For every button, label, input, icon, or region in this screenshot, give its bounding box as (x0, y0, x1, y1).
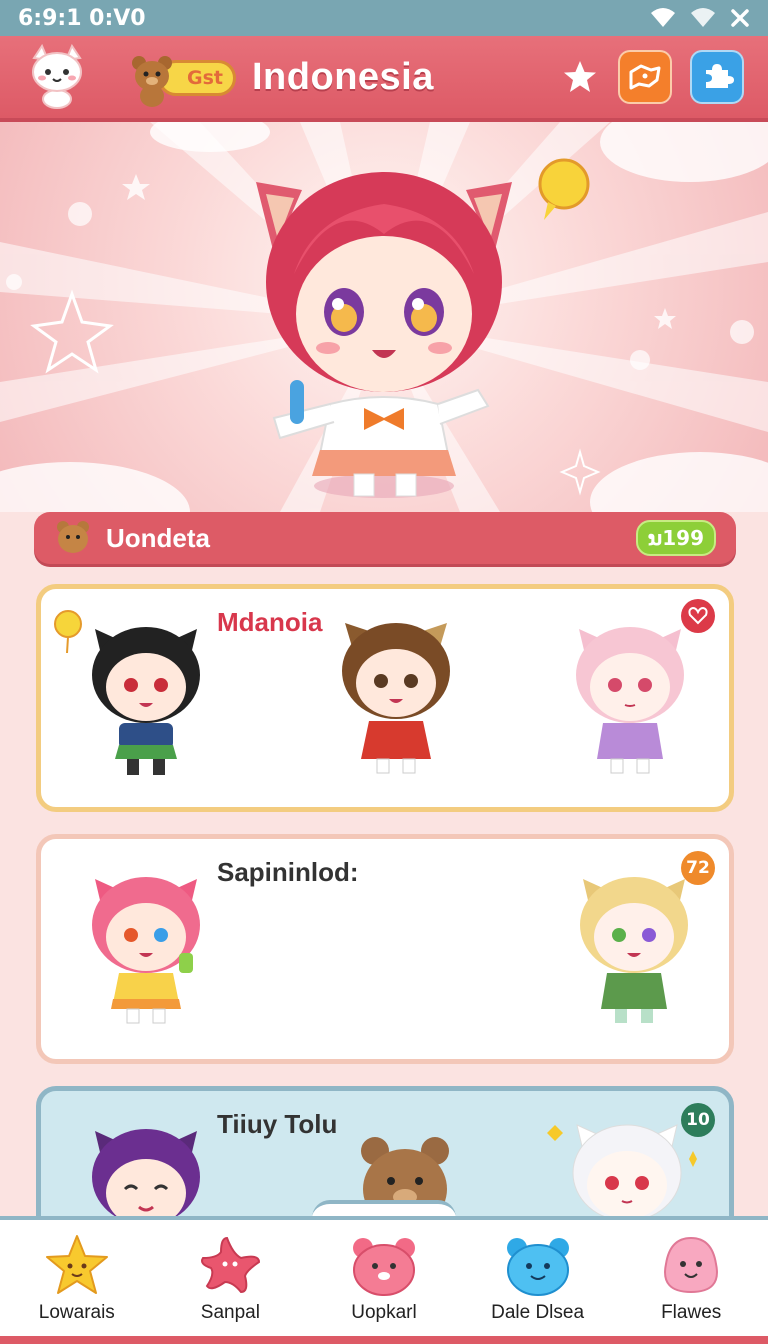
chibi-character-blonde-hair (580, 877, 688, 1023)
nav-label: Uopkarl (351, 1302, 417, 1323)
puzzle-icon (706, 64, 734, 88)
hero-banner (0, 122, 768, 512)
nav-item-sanpal[interactable]: Sanpal (155, 1234, 305, 1324)
wifi-icon (651, 8, 675, 27)
map-icon (629, 64, 661, 90)
bear-icon (132, 56, 172, 107)
header-actions (560, 50, 744, 104)
map-button[interactable] (618, 50, 672, 104)
nav-label: Flawes (661, 1302, 722, 1323)
nav-item-dale-dlsea[interactable]: Dale Dlsea (463, 1234, 613, 1324)
star-icon (45, 1235, 108, 1294)
balloon-icon (538, 158, 590, 210)
star-icon (564, 61, 596, 92)
nav-item-uopkarl[interactable]: Uopkarl (309, 1234, 459, 1324)
app-header: Gst Indonesia (0, 36, 768, 122)
bear-face-icon (352, 1238, 415, 1296)
section-title: Uondeta (106, 522, 210, 553)
close-icon (731, 9, 749, 27)
balloon-icon (54, 610, 82, 654)
chibi-character-brown-hair (342, 623, 450, 774)
nav-item-lowarais[interactable]: Lowarais (2, 1234, 152, 1324)
nav-label: Sanpal (200, 1302, 260, 1323)
card-title: Tiiuy Tolu (217, 1109, 338, 1139)
favorite-button[interactable] (560, 57, 600, 97)
status-icons (650, 7, 750, 29)
chibi-character-pink-red-hair (92, 877, 200, 1024)
slime-icon (664, 1236, 719, 1294)
nav-item-flawes[interactable]: Flawes (616, 1234, 766, 1324)
currency-badge[interactable]: Gst (130, 54, 236, 107)
wifi-icon (691, 8, 715, 27)
section-header[interactable]: Uondeta ນ199 (34, 512, 736, 564)
card-title: Mdanoia (217, 607, 323, 637)
nav-label: Lowarais (38, 1302, 115, 1323)
character-group-card[interactable]: Mdanoia (36, 584, 734, 812)
hero-character-illustration (256, 172, 512, 498)
chibi-character-pink-hair (576, 627, 684, 774)
section-count-badge: ນ199 (635, 520, 716, 556)
starfish-icon (201, 1236, 261, 1294)
bottom-edge (0, 1336, 768, 1344)
bear-icon (57, 521, 89, 553)
app-title: Indonesia (252, 55, 434, 98)
puzzle-button[interactable] (690, 50, 744, 104)
nav-label: Dale Dlsea (491, 1302, 585, 1323)
bottom-navigation: Lowarais Sanpal Uopkarl Dale Dlsea Flawe… (0, 1216, 768, 1344)
status-time: 6:9:1 0:V0 (18, 5, 146, 31)
chibi-character-black-hair (92, 627, 200, 775)
card-title: Sapininlod: (217, 857, 359, 887)
character-group-card[interactable]: Sapininlod: 72 (36, 834, 734, 1064)
bear-face-blue-icon (506, 1238, 569, 1296)
cat-avatar-icon[interactable] (24, 44, 90, 110)
status-bar: 6:9:1 0:V0 (0, 0, 768, 36)
